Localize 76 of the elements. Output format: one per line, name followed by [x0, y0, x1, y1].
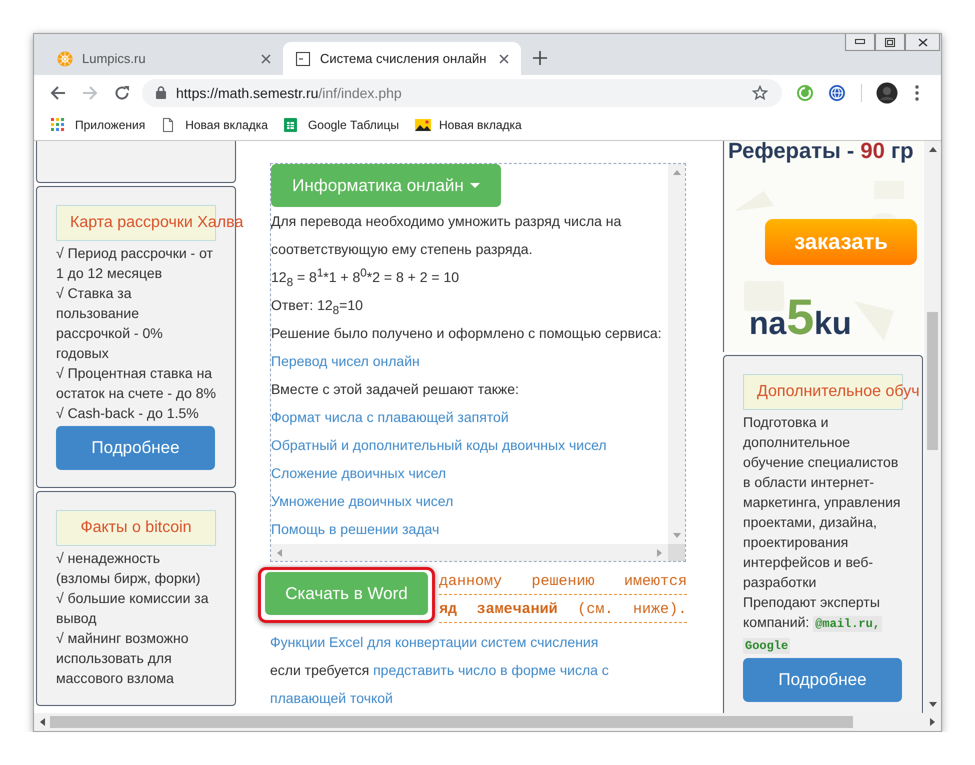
browser-tab[interactable]: Система счисления онлайн: [283, 42, 521, 75]
details-button[interactable]: Подробнее: [743, 658, 902, 702]
link[interactable]: Функции Excel для конвертации систем счисления: [270, 628, 598, 656]
scrollbar-corner: [668, 544, 685, 561]
bookmark[interactable]: Новая вкладка: [414, 118, 522, 132]
link[interactable]: Формат числа с плавающей запятой: [271, 403, 509, 431]
reload-icon[interactable]: [114, 84, 130, 100]
lock-icon: [156, 86, 166, 99]
close-icon: [918, 38, 928, 46]
scrollbar[interactable]: [34, 713, 941, 731]
bookmark[interactable]: Приложения: [51, 118, 146, 132]
code-text: Google: [743, 638, 790, 654]
link[interactable]: плавающей точкой: [270, 690, 393, 706]
up-arrow-icon[interactable]: [928, 147, 936, 152]
details-button[interactable]: Подробнее: [56, 426, 215, 470]
list-item: √ Cash-back - до 1.5%: [56, 404, 200, 423]
text-line: Решение было получено и оформлено с помощью сервиса:: [271, 324, 663, 343]
dropdown-button[interactable]: Информатика онлайн: [271, 164, 501, 207]
text-line: компаний:: [743, 614, 810, 630]
text-line: Вместе с этой задачей решают также:: [271, 380, 520, 399]
list-item: √ большие комиссии за вывод: [56, 589, 210, 628]
paragraph: Подготовка и дополнительное обучение специалистов в области интернет-маркетинга, управления проектами, дизайна, проектирования интерфейсов и веб-разработки: [743, 413, 902, 592]
scroll-thumb[interactable]: [927, 312, 938, 450]
link[interactable]: Перевод чисел онлайн: [271, 347, 420, 375]
list-item: √ Процентная ставка на остаток на счете - до 8%: [56, 364, 216, 403]
site-logo-icon: [57, 50, 73, 66]
maximize-icon: [885, 38, 895, 46]
list-item: √ ненадежность (взломы бирж, форки): [56, 549, 202, 588]
card-title: Дополнительное обуч: [757, 383, 920, 400]
spreadsheet-icon: [284, 118, 300, 132]
link[interactable]: Помощь в решении задач: [271, 515, 440, 543]
down-arrow-icon[interactable]: [928, 702, 936, 707]
minimize-icon: [855, 39, 865, 45]
scrollbar[interactable]: [924, 141, 941, 713]
browser-tab[interactable]: Lumpics.ru: [45, 42, 283, 75]
text-line: если требуется: [270, 662, 370, 678]
new-tab-icon[interactable]: [533, 51, 547, 65]
globe-icon[interactable]: [828, 84, 846, 102]
scroll-thumb[interactable]: [50, 716, 853, 728]
menu-icon[interactable]: [915, 84, 919, 100]
image-icon: [414, 118, 431, 132]
close-icon[interactable]: [499, 54, 509, 64]
text-line: Для перевода необходимо умножить разряд числа на соответствующую ему степень разряда.: [271, 212, 622, 259]
note-text: яд замечаний (см. ниже).: [439, 595, 687, 623]
text-line: 12$_{8}$ = 8$^{1}$*1 + 8$^{0}$*2 = 8 + 2 = 10: [271, 265, 460, 291]
apps-grid-icon: [51, 118, 67, 132]
bookmark[interactable]: Новая вкладка: [161, 118, 268, 132]
link[interactable]: Обратный и дополнительный коды двоичных чисел: [271, 431, 607, 459]
caret-icon: [470, 183, 480, 188]
order-button[interactable]: заказать: [765, 219, 917, 265]
note-text: данному решению имеются: [439, 567, 687, 595]
link[interactable]: Сложение двоичных чисел: [271, 459, 446, 487]
link[interactable]: Умножение двоичных чисел: [271, 487, 454, 515]
page-icon: [295, 50, 311, 66]
logo: na5ku: [749, 288, 852, 347]
list-item: √ Ставка за пользование рассрочкой - 0% годовых: [56, 284, 164, 363]
avatar[interactable]: [876, 82, 898, 104]
address-bar[interactable]: https://math.semestr.ru/inf/index.php: [142, 78, 782, 106]
code-text: @mail.ru,: [813, 616, 882, 632]
card-title: Факты о bitcoin: [80, 519, 192, 536]
banner-headline: Рефераты - 90 гр: [728, 141, 914, 164]
maximize-button[interactable]: [875, 34, 905, 51]
list-item: √ майнинг возможно использовать для массового взлома: [56, 629, 190, 688]
left-arrow-icon[interactable]: [40, 718, 45, 726]
minimize-button[interactable]: [845, 34, 875, 51]
right-arrow-icon[interactable]: [930, 718, 935, 726]
download-button[interactable]: Скачать в Word: [265, 572, 428, 615]
back-arrow-icon[interactable]: [50, 84, 66, 100]
link[interactable]: представить число в форме числа с: [373, 662, 609, 678]
text-line: Преподают эксперты: [743, 593, 881, 612]
bookmark[interactable]: Google Таблицы: [284, 118, 399, 132]
star-icon[interactable]: [752, 84, 768, 100]
close-button[interactable]: [905, 34, 940, 51]
text-line: Ответ: 12$_{8}$=10: [271, 296, 364, 319]
close-icon[interactable]: [261, 54, 271, 64]
list-item: √ Период рассрочки - от 1 до 12 месяцев: [56, 244, 214, 283]
